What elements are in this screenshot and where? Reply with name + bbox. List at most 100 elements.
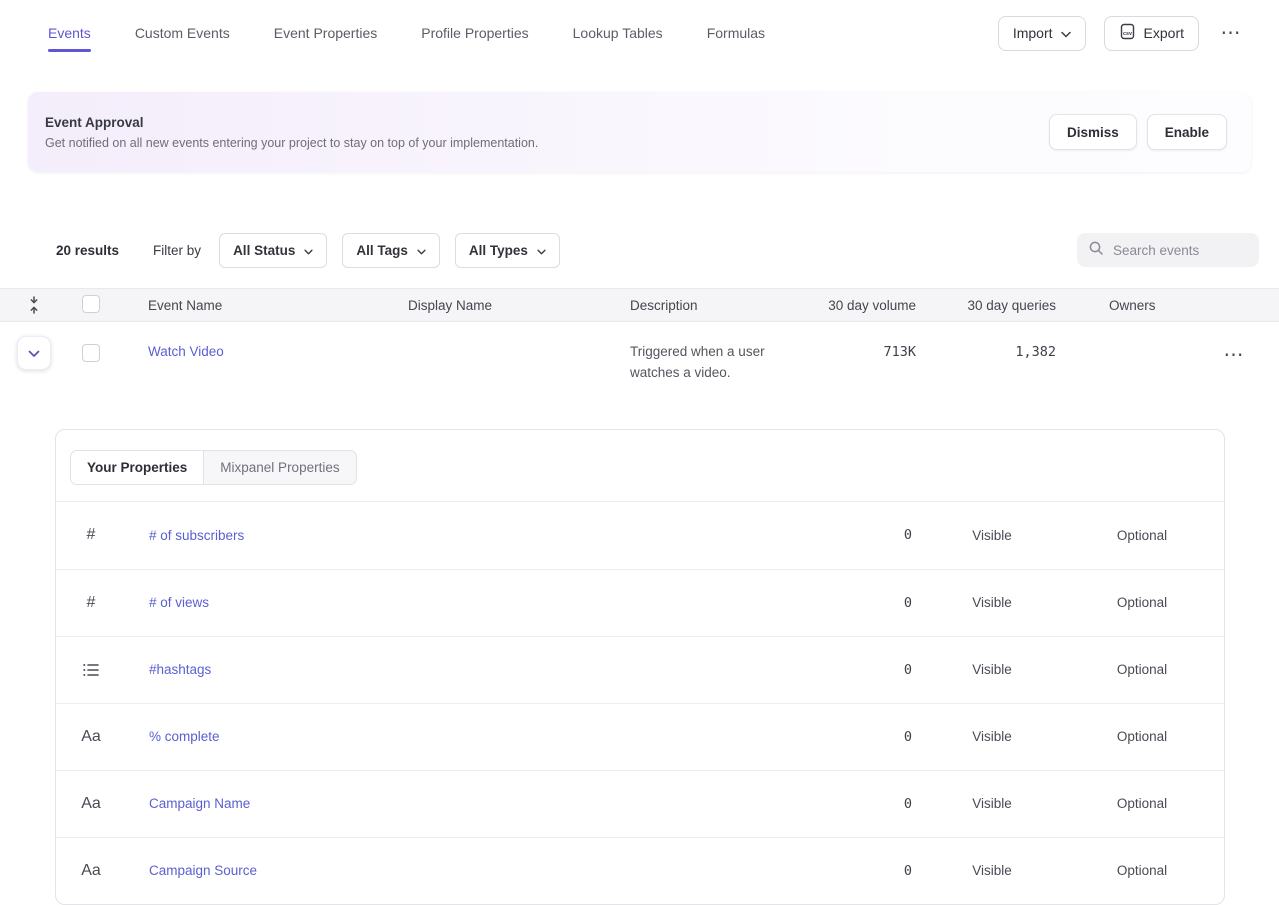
property-requirement[interactable]: Optional xyxy=(1072,595,1212,610)
banner-description: Get notified on all new events entering … xyxy=(45,136,538,150)
number-icon: # xyxy=(56,594,126,612)
nav-actions: Import csv Export ⋯ xyxy=(998,16,1245,51)
header-queries: 30 day queries xyxy=(920,298,1060,313)
event-properties-panel: Your Properties Mixpanel Properties # # … xyxy=(55,429,1225,905)
number-icon: # xyxy=(56,526,126,544)
search-events-box[interactable] xyxy=(1077,233,1259,267)
header-volume: 30 day volume xyxy=(790,298,920,313)
property-name-link[interactable]: % complete xyxy=(126,729,792,744)
status-filter-value: All Status xyxy=(233,243,295,258)
tab-formulas[interactable]: Formulas xyxy=(707,2,765,64)
properties-tabs-header: Your Properties Mixpanel Properties xyxy=(56,430,1224,502)
property-row: Aa % complete 0 Visible Optional xyxy=(56,703,1224,770)
row-more-options-button[interactable]: ⋯ xyxy=(1220,341,1248,369)
events-table: Event Name Display Name Description 30 d… xyxy=(0,288,1279,404)
tab-event-properties[interactable]: Event Properties xyxy=(274,2,378,64)
properties-list: # # of subscribers 0 Visible Optional # … xyxy=(56,502,1224,904)
import-button[interactable]: Import xyxy=(998,16,1086,51)
property-row: # # of subscribers 0 Visible Optional xyxy=(56,502,1224,569)
property-requirement[interactable]: Optional xyxy=(1072,796,1212,811)
event-approval-banner: Event Approval Get notified on all new e… xyxy=(28,92,1251,172)
event-volume: 713K xyxy=(790,344,920,360)
property-visibility[interactable]: Visible xyxy=(912,796,1072,811)
filter-toolbar: 20 results Filter by All Status All Tags… xyxy=(0,232,1279,268)
tab-lookup-tables[interactable]: Lookup Tables xyxy=(573,2,663,64)
svg-text:csv: csv xyxy=(1123,31,1132,37)
results-count: 20 results xyxy=(56,243,119,258)
top-navigation: Events Custom Events Event Properties Pr… xyxy=(0,0,1279,66)
property-count: 0 xyxy=(792,662,912,678)
properties-tab-group: Your Properties Mixpanel Properties xyxy=(70,450,357,485)
property-visibility[interactable]: Visible xyxy=(912,729,1072,744)
export-button-label: Export xyxy=(1144,25,1184,41)
tab-mixpanel-properties[interactable]: Mixpanel Properties xyxy=(203,451,355,484)
chevron-down-icon xyxy=(1061,25,1071,41)
property-visibility[interactable]: Visible xyxy=(912,595,1072,610)
collapse-row-button[interactable] xyxy=(17,336,51,370)
event-row: Watch Video Triggered when a user watche… xyxy=(0,322,1279,404)
collapse-rows-icon[interactable] xyxy=(0,296,68,314)
select-all-checkbox[interactable] xyxy=(82,295,100,313)
property-count: 0 xyxy=(792,595,912,611)
types-filter-value: All Types xyxy=(469,243,528,258)
property-count: 0 xyxy=(792,527,912,543)
filter-by-label: Filter by xyxy=(153,243,201,258)
chevron-down-icon xyxy=(28,346,40,361)
property-count: 0 xyxy=(792,863,912,879)
property-requirement[interactable]: Optional xyxy=(1072,528,1212,543)
property-row: Aa Campaign Source 0 Visible Optional xyxy=(56,837,1224,904)
status-filter-dropdown[interactable]: All Status xyxy=(219,233,327,268)
enable-button[interactable]: Enable xyxy=(1147,114,1227,150)
tags-filter-dropdown[interactable]: All Tags xyxy=(342,233,440,268)
property-row: Aa Campaign Name 0 Visible Optional xyxy=(56,770,1224,837)
property-visibility[interactable]: Visible xyxy=(912,863,1072,878)
tab-profile-properties[interactable]: Profile Properties xyxy=(421,2,528,64)
property-name-link[interactable]: # of subscribers xyxy=(126,528,792,543)
row-checkbox[interactable] xyxy=(82,344,100,362)
property-count: 0 xyxy=(792,796,912,812)
tags-filter-value: All Tags xyxy=(356,243,408,258)
property-row: #hashtags 0 Visible Optional xyxy=(56,636,1224,703)
property-requirement[interactable]: Optional xyxy=(1072,662,1212,677)
search-icon xyxy=(1088,240,1104,261)
chevron-down-icon xyxy=(417,243,426,258)
lexicon-tabs: Events Custom Events Event Properties Pr… xyxy=(48,2,765,64)
more-icon: ⋯ xyxy=(1221,23,1242,43)
property-name-link[interactable]: Campaign Name xyxy=(126,796,792,811)
property-name-link[interactable]: # of views xyxy=(126,595,792,610)
banner-text: Event Approval Get notified on all new e… xyxy=(45,115,538,150)
property-count: 0 xyxy=(792,729,912,745)
tab-your-properties[interactable]: Your Properties xyxy=(71,451,203,484)
event-description: Triggered when a user watches a video. xyxy=(630,342,782,384)
chevron-down-icon xyxy=(537,243,546,258)
tab-custom-events[interactable]: Custom Events xyxy=(135,2,230,64)
header-event-name: Event Name xyxy=(148,298,408,313)
property-visibility[interactable]: Visible xyxy=(912,662,1072,677)
text-icon: Aa xyxy=(56,795,126,813)
property-visibility[interactable]: Visible xyxy=(912,528,1072,543)
types-filter-dropdown[interactable]: All Types xyxy=(455,233,560,268)
property-requirement[interactable]: Optional xyxy=(1072,863,1212,878)
more-options-button[interactable]: ⋯ xyxy=(1217,19,1245,47)
list-icon xyxy=(56,663,126,677)
header-description: Description xyxy=(630,298,790,313)
header-owners: Owners xyxy=(1060,298,1190,313)
banner-actions: Dismiss Enable xyxy=(1049,114,1227,150)
chevron-down-icon xyxy=(304,243,313,258)
csv-file-icon: csv xyxy=(1119,23,1136,43)
event-name-link[interactable]: Watch Video xyxy=(148,344,224,359)
events-table-header: Event Name Display Name Description 30 d… xyxy=(0,288,1279,322)
property-name-link[interactable]: Campaign Source xyxy=(126,863,792,878)
property-name-link[interactable]: #hashtags xyxy=(126,662,792,677)
text-icon: Aa xyxy=(56,728,126,746)
more-icon: ⋯ xyxy=(1224,345,1245,365)
search-events-input[interactable] xyxy=(1113,243,1248,258)
export-button[interactable]: csv Export xyxy=(1104,16,1199,51)
text-icon: Aa xyxy=(56,862,126,880)
banner-title: Event Approval xyxy=(45,115,538,130)
property-row: # # of views 0 Visible Optional xyxy=(56,569,1224,636)
property-requirement[interactable]: Optional xyxy=(1072,729,1212,744)
import-button-label: Import xyxy=(1013,25,1053,41)
dismiss-button[interactable]: Dismiss xyxy=(1049,114,1137,150)
tab-events[interactable]: Events xyxy=(48,2,91,64)
